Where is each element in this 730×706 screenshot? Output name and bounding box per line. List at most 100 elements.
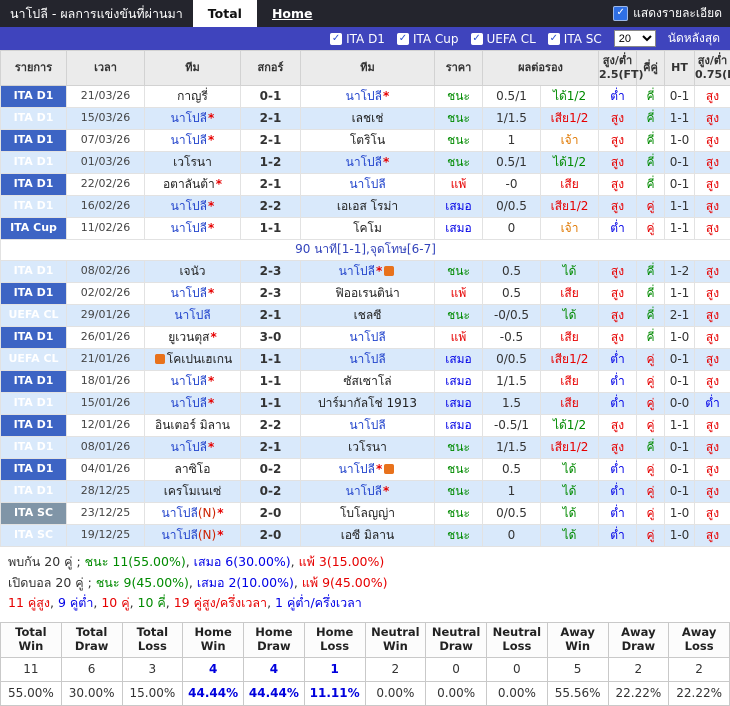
- match-date: 04/01/26: [67, 459, 145, 481]
- match-score: 2-0: [241, 525, 301, 547]
- match-count-select[interactable]: 20: [614, 30, 656, 47]
- away-team-name[interactable]: นาโปลี: [346, 89, 382, 103]
- stat-header-neutral-loss: Neutral Loss: [487, 622, 548, 657]
- ht-score-cell: 1-1: [665, 218, 695, 240]
- home-team: นาโปลี*: [145, 393, 241, 415]
- home-team-name[interactable]: ยูเวนตุส: [168, 330, 209, 344]
- home-team-name[interactable]: นาโปลี: [171, 221, 207, 235]
- away-team-name[interactable]: นาโปลี: [349, 418, 385, 432]
- checkbox-checked-icon[interactable]: ✓: [471, 33, 483, 45]
- home-team-name[interactable]: อินเตอร์ มิลาน: [155, 418, 230, 432]
- home-team: เวโรนา: [145, 152, 241, 174]
- stat-count-total-win: 11: [1, 657, 62, 681]
- home-team-name[interactable]: กาญรี่: [177, 89, 208, 103]
- over-under-ft-cell: ต่ำ: [599, 349, 637, 371]
- away-team-name[interactable]: นาโปลี: [349, 330, 385, 344]
- home-team-name[interactable]: นาโปลี: [171, 286, 207, 300]
- home-team-name[interactable]: นาโปลี: [171, 111, 207, 125]
- separator: ,: [294, 575, 302, 590]
- odd-even-cell: คี่: [637, 305, 665, 327]
- away-team-name[interactable]: นาโปลี: [339, 264, 375, 278]
- home-team-name[interactable]: นาโปลี: [171, 133, 207, 147]
- home-team-name[interactable]: นาโปลี: [171, 199, 207, 213]
- home-team-name[interactable]: เวโรนา: [173, 155, 212, 169]
- away-team-name[interactable]: นาโปลี: [349, 177, 385, 191]
- home-team-name[interactable]: นาโปลี: [174, 308, 210, 322]
- away-team-name[interactable]: ปาร์มากัลโช่ 1913: [318, 396, 417, 410]
- away-team-name[interactable]: เอเอส โรม่า: [337, 199, 398, 213]
- home-team-name[interactable]: นาโปลี: [171, 396, 207, 410]
- favorite-star-icon: *: [208, 374, 214, 388]
- home-team-name[interactable]: โคเปนเฮเกน: [167, 352, 232, 366]
- home-team-name[interactable]: นาโปลี: [162, 506, 198, 520]
- away-team-name[interactable]: นาโปลี: [346, 484, 382, 498]
- league-filter-ita-sc[interactable]: ✓ITA SC: [548, 32, 602, 46]
- away-team-name[interactable]: นาโปลี: [339, 462, 375, 476]
- away-team-name[interactable]: ฟิออเรนติน่า: [335, 286, 399, 300]
- match-date: 19/12/25: [67, 525, 145, 547]
- ht-score-cell: 0-0: [665, 393, 695, 415]
- away-team-name[interactable]: เวโรนา: [348, 440, 387, 454]
- result-cell: เสมอ: [435, 393, 483, 415]
- checkbox-checked-icon[interactable]: ✓: [397, 33, 409, 45]
- away-team-name[interactable]: เอซี มิลาน: [341, 528, 394, 542]
- home-team-name[interactable]: นาโปลี: [171, 374, 207, 388]
- summary-stat: 11 คู่สูง: [8, 595, 50, 610]
- stat-pct-neutral-loss: 0.00%: [487, 681, 548, 705]
- result-cell: เสมอ: [435, 218, 483, 240]
- summary-stat: 10 คี่: [138, 595, 166, 610]
- result-cell: ชนะ: [435, 437, 483, 459]
- away-team-name[interactable]: นาโปลี: [346, 155, 382, 169]
- handicap-result-cell: เสีย: [541, 393, 599, 415]
- home-team-name[interactable]: นาโปลี: [162, 528, 198, 542]
- away-team-name[interactable]: โคโม: [353, 221, 382, 235]
- league-badge: ITA D1: [1, 393, 67, 415]
- match-score: 2-3: [241, 283, 301, 305]
- stats-table: Total WinTotal DrawTotal LossHome WinHom…: [0, 622, 730, 706]
- match-date: 21/03/26: [67, 86, 145, 108]
- tab-total[interactable]: Total: [193, 0, 257, 27]
- handicap-result-cell: เสีย1/2: [541, 349, 599, 371]
- stat-count-neutral-draw: 0: [426, 657, 487, 681]
- checkbox-checked-icon[interactable]: ✓: [330, 33, 342, 45]
- away-team-name[interactable]: เลชเช่: [352, 111, 384, 125]
- away-team-name[interactable]: โบโลญญ่า: [340, 506, 395, 520]
- away-team-name[interactable]: โตริโน: [350, 133, 385, 147]
- home-team: นาโปลี*: [145, 108, 241, 130]
- home-team-name[interactable]: ลาซิโอ: [175, 462, 211, 476]
- match-date: 01/03/26: [67, 152, 145, 174]
- match-score: 2-1: [241, 174, 301, 196]
- league-badge: ITA D1: [1, 481, 67, 503]
- match-date: 16/02/26: [67, 196, 145, 218]
- league-filter-uefa-cl[interactable]: ✓UEFA CL: [471, 32, 536, 46]
- home-team-name[interactable]: เครโมเนเซ่: [164, 484, 221, 498]
- home-team-name[interactable]: อตาลันต้า: [163, 177, 215, 191]
- over-under-ht-cell: สูง: [695, 130, 730, 152]
- result-cell: แพ้: [435, 283, 483, 305]
- away-team: เอเอส โรม่า: [301, 196, 435, 218]
- home-team-name[interactable]: นาโปลี: [171, 440, 207, 454]
- league-badge: ITA D1: [1, 86, 67, 108]
- home-team-name[interactable]: เจนัว: [179, 264, 205, 278]
- away-team-name[interactable]: ซัสเซาโล่: [343, 374, 391, 388]
- header-over-under-ft: สูง/ต่ำ 2.5(FT): [599, 51, 637, 86]
- stat-header-away-loss: Away Loss: [669, 622, 730, 657]
- summary-stat: 10 คู่: [101, 595, 129, 610]
- show-details-toggle[interactable]: ✓ แสดงรายละเอียด: [605, 0, 730, 27]
- league-badge: ITA D1: [1, 371, 67, 393]
- away-team-name[interactable]: นาโปลี: [349, 352, 385, 366]
- stat-header-total-win: Total Win: [1, 622, 62, 657]
- over-under-ht-cell: สูง: [695, 196, 730, 218]
- tab-home[interactable]: Home: [257, 0, 328, 27]
- match-score: 0-1: [241, 86, 301, 108]
- away-team-name[interactable]: เชลซี: [354, 308, 382, 322]
- checkbox-checked-icon[interactable]: ✓: [613, 6, 628, 21]
- over-under-ht-cell: สูง: [695, 415, 730, 437]
- header-league: รายการ: [1, 51, 67, 86]
- checkbox-checked-icon[interactable]: ✓: [548, 33, 560, 45]
- handicap-result-cell: เสีย: [541, 174, 599, 196]
- league-filter-ita-cup[interactable]: ✓ITA Cup: [397, 32, 459, 46]
- league-filter-ita-d1[interactable]: ✓ITA D1: [330, 32, 385, 46]
- away-team: นาโปลี: [301, 174, 435, 196]
- stat-count-total-draw: 6: [61, 657, 122, 681]
